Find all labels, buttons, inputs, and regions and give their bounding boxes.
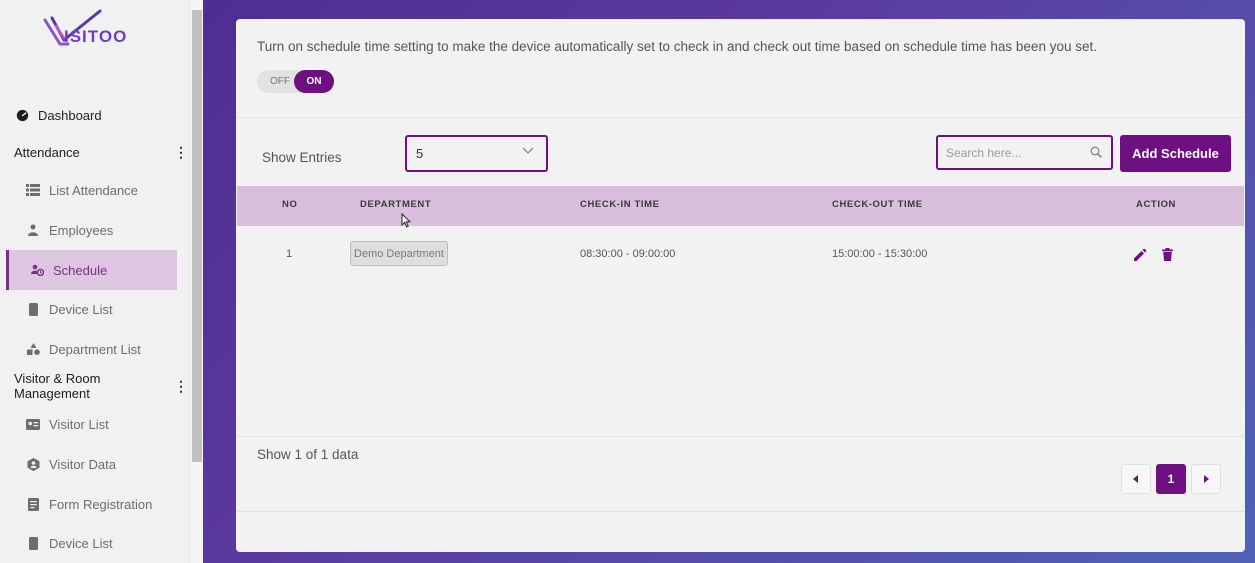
id-card-icon <box>25 416 41 432</box>
sidebar-item-label: Schedule <box>53 262 108 278</box>
sidebar-item-label: Form Registration <box>49 496 153 512</box>
sidebar-item-visitor-list[interactable]: Visitor List <box>0 404 189 444</box>
mouse-cursor-icon <box>401 213 411 228</box>
edit-icon[interactable] <box>1133 248 1147 262</box>
table-header: NO DEPARTMENT CHECK-IN TIME CHECK-OUT TI… <box>237 186 1244 226</box>
department-badge: Demo Department <box>350 241 448 266</box>
visitor-data-icon <box>25 456 41 472</box>
section-attendance[interactable]: Attendance ⋮ <box>14 140 188 164</box>
sidebar-item-label: Department List <box>49 341 141 357</box>
employees-icon <box>25 222 41 238</box>
sidebar-item-schedule[interactable]: Schedule <box>6 250 177 290</box>
section-title: Visitor & Room Management <box>14 371 101 401</box>
schedule-toggle[interactable]: OFF ON <box>257 70 334 93</box>
sidebar-item-device-list-visitor[interactable]: Device List <box>0 523 189 563</box>
pagination-info: Show 1 of 1 data <box>257 447 359 462</box>
sidebar-item-label: List Attendance <box>49 182 138 198</box>
column-header-action: ACTION <box>1136 199 1177 210</box>
device-icon <box>25 301 41 317</box>
column-header-check-in[interactable]: CHECK-IN TIME <box>580 199 660 210</box>
sidebar-item-dashboard[interactable]: Dashboard <box>0 95 189 135</box>
form-icon <box>25 496 41 512</box>
search-input[interactable] <box>946 145 1086 161</box>
next-page-button[interactable] <box>1191 464 1221 494</box>
search-box[interactable] <box>936 135 1113 170</box>
add-schedule-button[interactable]: Add Schedule <box>1120 135 1231 172</box>
kebab-menu-icon[interactable]: ⋮ <box>174 144 188 161</box>
kebab-menu-icon[interactable]: ⋮ <box>174 378 188 395</box>
chevron-left-icon <box>1133 475 1138 483</box>
sidebar-item-form-registration[interactable]: Form Registration <box>0 484 189 524</box>
sidebar-item-label: Visitor Data <box>49 456 116 472</box>
delete-icon[interactable] <box>1162 248 1173 261</box>
entries-value: 5 <box>416 146 424 161</box>
column-header-check-out[interactable]: CHECK-OUT TIME <box>832 199 923 210</box>
sidebar-item-visitor-data[interactable]: Visitor Data <box>0 444 189 484</box>
sidebar-item-label: Device List <box>49 301 113 317</box>
sidebar-item-label: Visitor List <box>49 416 109 432</box>
sidebar-scrollbar[interactable] <box>189 0 203 563</box>
sidebar-item-label: Employees <box>49 222 114 238</box>
section-visitor-room[interactable]: Visitor & Room Management ⋮ <box>14 371 188 401</box>
cell-check-out: 15:00:00 - 15:30:00 <box>832 248 928 260</box>
chevron-down-icon <box>522 147 534 154</box>
cell-no: 1 <box>286 248 293 260</box>
sidebar-item-department-list[interactable]: Department List <box>0 329 189 369</box>
sidebar: ISITOO Dashboard Attendance ⋮ List Atten… <box>0 0 203 563</box>
sidebar-item-device-list[interactable]: Device List <box>0 289 189 329</box>
schedule-icon <box>29 262 45 278</box>
prev-page-button[interactable] <box>1121 464 1151 494</box>
divider <box>236 117 1245 118</box>
column-header-no[interactable]: NO <box>282 199 297 210</box>
column-header-department[interactable]: DEPARTMENT <box>360 199 431 210</box>
schedule-notice: Turn on schedule time setting to make th… <box>257 39 1097 54</box>
divider <box>236 511 1245 512</box>
scrollbar-thumb[interactable] <box>192 10 202 462</box>
search-icon[interactable] <box>1090 146 1102 158</box>
chevron-right-icon <box>1204 475 1209 483</box>
cell-check-in: 08:30:00 - 09:00:00 <box>580 248 676 260</box>
toggle-off-label: OFF <box>270 76 290 87</box>
device-icon <box>25 535 41 551</box>
page-button-current[interactable]: 1 <box>1156 464 1186 494</box>
sidebar-item-list-attendance[interactable]: List Attendance <box>0 170 189 210</box>
sidebar-item-label: Device List <box>49 535 113 551</box>
divider <box>236 436 1245 437</box>
show-entries-label: Show Entries <box>262 150 342 165</box>
sidebar-item-label: Dashboard <box>38 107 102 123</box>
logo-text: ISITOO <box>64 27 128 46</box>
dashboard-icon <box>14 107 30 123</box>
sidebar-item-employees[interactable]: Employees <box>0 210 189 250</box>
schedule-card: Turn on schedule time setting to make th… <box>236 19 1245 552</box>
section-title: Attendance <box>14 144 80 160</box>
toggle-on-label: ON <box>294 70 334 93</box>
list-icon <box>25 182 41 198</box>
entries-select[interactable]: 5 <box>405 135 548 172</box>
department-icon <box>25 341 41 357</box>
